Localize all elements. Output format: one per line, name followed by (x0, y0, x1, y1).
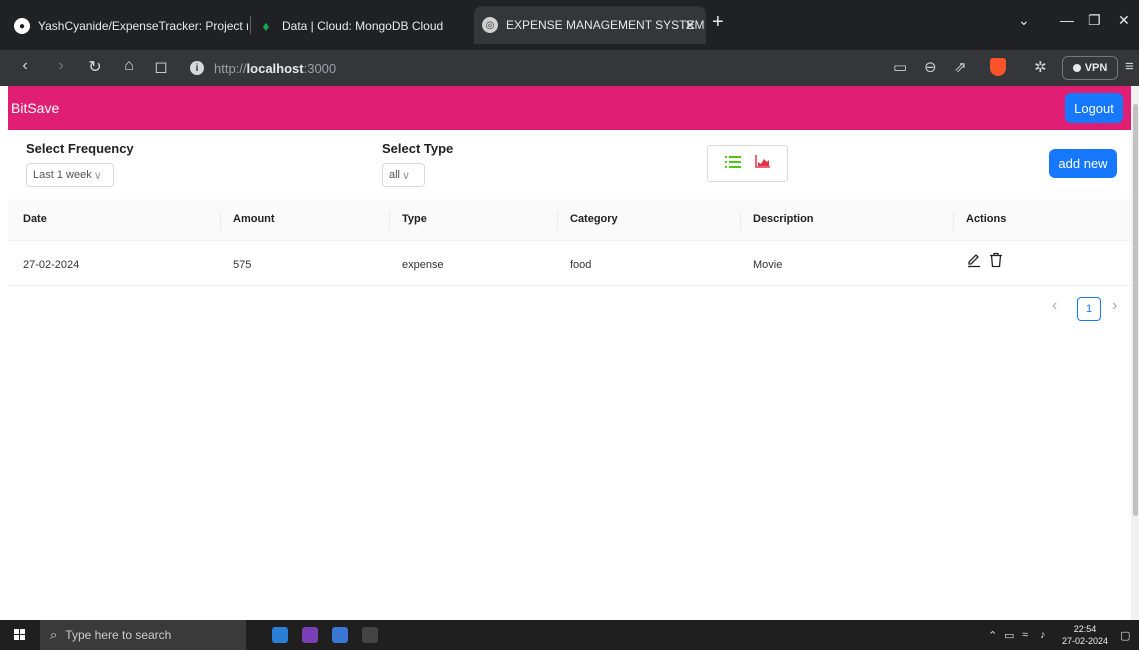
logout-button[interactable]: Logout (1065, 93, 1123, 123)
forward-icon[interactable]: › (50, 57, 72, 75)
cell-date: 27-02-2024 (23, 259, 80, 271)
cell-description: Movie (753, 259, 783, 271)
column-header-category: Category (570, 213, 618, 225)
browser-tab-strip: ● YashCyanide/ExpenseTracker: Project ma… (0, 0, 1139, 50)
vpn-status-icon (1072, 64, 1081, 72)
brave-shields-icon[interactable] (990, 58, 1006, 76)
volume-icon: ♪ (1040, 629, 1046, 641)
tab-mongodb[interactable]: ♦ Data | Cloud: MongoDB Cloud (250, 8, 450, 44)
cell-amount: 575 (233, 259, 252, 271)
globe-icon: ◎ (482, 17, 498, 33)
app-icon[interactable] (302, 627, 318, 643)
column-divider (220, 211, 221, 231)
type-label: Select Type (382, 141, 454, 156)
share-icon[interactable]: ⇗ (954, 58, 967, 76)
site-info-icon[interactable]: i (190, 61, 204, 75)
column-divider (557, 211, 558, 231)
column-header-actions: Actions (966, 213, 1007, 225)
new-tab-button[interactable]: + (712, 11, 724, 34)
url-text[interactable]: http://localhost:3000 (214, 61, 336, 76)
browser-toolbar: ‹ › ↻ ⌂ ◻ i http://localhost:3000 ▭ ⊖ ⇗ … (0, 50, 1139, 86)
frequency-label: Select Frequency (26, 141, 134, 156)
pagination-next-icon[interactable]: › (1112, 297, 1117, 315)
tray-chevron-icon[interactable]: ⌃ (988, 629, 997, 642)
search-icon: ⌕ (50, 627, 58, 642)
mongodb-leaf-icon: ♦ (262, 18, 270, 34)
windows-start-icon[interactable] (14, 629, 26, 641)
pagination-prev-icon[interactable]: ‹ (1052, 297, 1057, 315)
brand-title: BitSave (11, 100, 60, 116)
column-header-description: Description (753, 213, 814, 225)
tab-expense-management[interactable]: ◎ EXPENSE MANAGEMENT SYSTEM ✕ (474, 6, 706, 44)
windows-taskbar: ⌕ Type here to search ⌃ ▭ ≈ ♪ 22:54 27-0… (0, 620, 1139, 650)
add-new-button[interactable]: add new (1049, 149, 1117, 178)
taskbar-search[interactable]: ⌕ Type here to search (40, 620, 246, 650)
list-view-icon[interactable] (724, 155, 741, 173)
tab-search-chevron-icon[interactable]: ⌄ (1018, 12, 1030, 29)
reload-icon[interactable]: ↻ (84, 57, 106, 77)
notification-icon[interactable]: ▢ (1120, 629, 1130, 642)
table-header: Date Amount Type Category Description Ac… (8, 199, 1131, 241)
frequency-select[interactable]: Last 1 week ∨ (26, 163, 114, 187)
app-header: BitSave Logout (8, 86, 1131, 130)
zoom-icon[interactable]: ⊖ (924, 58, 937, 76)
wifi-icon: ≈ (1022, 629, 1029, 641)
column-header-type: Type (402, 213, 427, 225)
view-toggle (707, 145, 788, 182)
back-icon[interactable]: ‹ (14, 57, 36, 75)
type-select[interactable]: all ∨ (382, 163, 425, 187)
tab-title: Data | Cloud: MongoDB Cloud (282, 19, 444, 33)
menu-icon[interactable]: ≡ (1125, 58, 1134, 75)
delete-icon[interactable] (988, 252, 1004, 273)
home-icon[interactable]: ⌂ (118, 57, 140, 75)
chevron-down-icon: ∨ (93, 169, 102, 182)
app-icon[interactable] (332, 627, 348, 643)
bookmark-icon[interactable]: ◻ (150, 57, 172, 77)
tab-title: YashCyanide/ExpenseTracker: Project ma (38, 19, 248, 33)
tab-github[interactable]: ● YashCyanide/ExpenseTracker: Project ma (6, 8, 248, 44)
tab-title: EXPENSE MANAGEMENT SYSTEM (506, 18, 705, 32)
github-icon: ● (14, 18, 30, 34)
close-tab-icon[interactable]: ✕ (684, 17, 696, 34)
cell-category: food (570, 259, 592, 271)
column-divider (953, 211, 954, 231)
close-window-button[interactable]: ✕ (1118, 12, 1130, 29)
area-chart-icon[interactable] (754, 154, 771, 173)
column-divider (740, 211, 741, 231)
table-row: 27-02-2024 575 expense food Movie (8, 242, 1131, 286)
battery-icon: ▭ (1004, 630, 1015, 642)
app-icon[interactable] (362, 627, 378, 643)
cast-icon[interactable]: ▭ (893, 58, 907, 76)
column-header-date: Date (23, 213, 47, 225)
edit-icon[interactable] (966, 252, 982, 273)
scrollbar-thumb[interactable] (1133, 104, 1138, 516)
cell-type: expense (402, 259, 444, 271)
vpn-button[interactable]: VPN (1062, 56, 1118, 80)
minimize-button[interactable]: — (1060, 12, 1074, 28)
column-header-amount: Amount (233, 213, 275, 225)
vscode-app-icon[interactable] (272, 627, 288, 643)
taskbar-clock[interactable]: 22:54 27-02-2024 (1062, 623, 1108, 647)
address-bar[interactable]: i http://localhost:3000 (190, 55, 880, 81)
column-divider (389, 211, 390, 231)
extensions-icon[interactable]: ✲ (1034, 58, 1047, 76)
chevron-down-icon: ∨ (402, 169, 411, 182)
pagination-page[interactable]: 1 (1077, 297, 1101, 321)
restore-button[interactable]: ❐ (1088, 12, 1101, 29)
